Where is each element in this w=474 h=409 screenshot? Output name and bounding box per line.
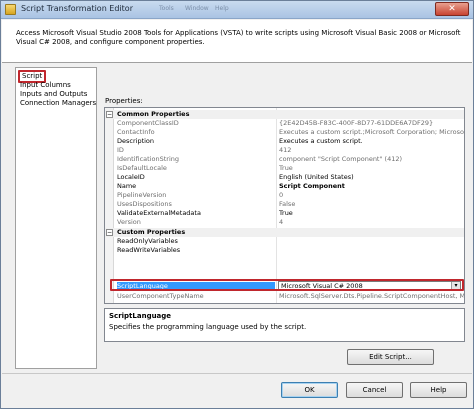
nav-item-inputs-and-outputs[interactable]: Inputs and Outputs bbox=[20, 90, 87, 99]
property-value: True bbox=[279, 164, 293, 172]
cancel-button[interactable]: Cancel bbox=[346, 382, 403, 398]
window-title: Script Transformation Editor bbox=[21, 4, 133, 13]
close-icon: ✕ bbox=[448, 4, 456, 14]
property-name: ReadOnlyVariables bbox=[117, 237, 178, 245]
highlight-box-script-language bbox=[110, 279, 464, 291]
property-value[interactable]: Executes a custom script. bbox=[279, 137, 464, 146]
property-value: False bbox=[279, 200, 296, 208]
edit-script-button[interactable]: Edit Script... bbox=[347, 349, 434, 365]
category-label: Custom Properties bbox=[117, 228, 186, 236]
category-custom-properties[interactable]: − Custom Properties bbox=[105, 228, 464, 237]
property-row[interactable]: UsesDispositions False bbox=[105, 200, 464, 209]
property-value[interactable]: True bbox=[279, 209, 464, 218]
ok-button[interactable]: OK bbox=[281, 382, 338, 398]
property-name: LocaleID bbox=[117, 173, 145, 181]
property-name: ValidateExternalMetadata bbox=[117, 209, 201, 217]
description-text: Specifies the programming language used … bbox=[109, 323, 307, 331]
property-name: UserComponentTypeName bbox=[117, 292, 204, 300]
nav-item-connection-managers[interactable]: Connection Managers bbox=[20, 99, 96, 108]
property-row[interactable]: ContactInfo Executes a custom script.;Mi… bbox=[105, 128, 464, 137]
category-label: Common Properties bbox=[117, 110, 190, 118]
property-row[interactable]: UserComponentTypeName Microsoft.SqlServe… bbox=[105, 292, 464, 301]
property-name: Name bbox=[117, 182, 137, 190]
property-name: IdentificationString bbox=[117, 155, 180, 163]
property-row[interactable]: Name Script Component bbox=[105, 182, 464, 191]
category-common-properties[interactable]: − Common Properties bbox=[105, 110, 464, 119]
property-grid[interactable]: − Common Properties ComponentClassID {2E… bbox=[104, 107, 465, 304]
description-title: ScriptLanguage bbox=[109, 312, 172, 320]
property-row[interactable]: ReadOnlyVariables bbox=[105, 237, 464, 246]
property-value: 0 bbox=[279, 191, 284, 199]
help-button[interactable]: Help bbox=[410, 382, 467, 398]
ghost-menu-help: Help bbox=[215, 5, 229, 12]
property-name: PipelineVersion bbox=[117, 191, 167, 199]
collapse-icon[interactable]: − bbox=[106, 111, 113, 118]
footer-separator bbox=[2, 373, 472, 374]
property-row[interactable]: ValidateExternalMetadata True bbox=[105, 209, 464, 218]
property-value: 4 bbox=[279, 218, 284, 226]
app-icon bbox=[5, 4, 16, 15]
property-name: UsesDispositions bbox=[117, 200, 172, 208]
nav-item-input-columns[interactable]: Input Columns bbox=[20, 81, 71, 90]
property-row[interactable]: Description Executes a custom script. bbox=[105, 137, 464, 146]
close-button[interactable]: ✕ bbox=[435, 2, 469, 16]
property-row[interactable]: ID 412 bbox=[105, 146, 464, 155]
collapse-icon[interactable]: − bbox=[106, 229, 113, 236]
ghost-menu-window: Window bbox=[185, 5, 209, 12]
property-row[interactable]: ReadWriteVariables bbox=[105, 246, 464, 255]
property-row[interactable]: Version 4 bbox=[105, 218, 464, 227]
property-row[interactable]: LocaleID English (United States) bbox=[105, 173, 464, 182]
property-name: IsDefaultLocale bbox=[117, 164, 167, 172]
property-value[interactable]: English (United States) bbox=[279, 173, 464, 182]
property-name: ReadWriteVariables bbox=[117, 246, 181, 254]
header-description: Access Microsoft Visual Studio 2008 Tool… bbox=[16, 29, 461, 46]
property-row[interactable]: ComponentClassID {2E42D45B-F83C-400F-8D7… bbox=[105, 119, 464, 128]
page-navigation: Script Input Columns Inputs and Outputs … bbox=[15, 67, 97, 369]
property-value: component "Script Component" (412) bbox=[279, 155, 403, 163]
property-value: {2E42D45B-F83C-400F-8D77-61DDE6A7DF29} bbox=[279, 119, 434, 127]
script-transformation-editor-window: Script Transformation Editor Tools Windo… bbox=[0, 0, 474, 409]
properties-label: Properties: bbox=[105, 97, 143, 105]
property-row[interactable]: IsDefaultLocale True bbox=[105, 164, 464, 173]
property-description-panel: ScriptLanguage Specifies the programming… bbox=[104, 308, 465, 342]
property-name: ComponentClassID bbox=[117, 119, 179, 127]
editor-header: Access Microsoft Visual Studio 2008 Tool… bbox=[2, 20, 472, 63]
property-name: ID bbox=[117, 146, 124, 154]
property-name: ContactInfo bbox=[117, 128, 155, 136]
title-bar[interactable]: Script Transformation Editor Tools Windo… bbox=[1, 1, 473, 19]
property-value: Executes a custom script.;Microsoft Corp… bbox=[279, 128, 464, 136]
property-value: 412 bbox=[279, 146, 292, 154]
property-row[interactable]: PipelineVersion 0 bbox=[105, 191, 464, 200]
property-value[interactable]: Script Component bbox=[279, 182, 464, 191]
property-name: Version bbox=[117, 218, 141, 226]
property-row[interactable]: IdentificationString component "Script C… bbox=[105, 155, 464, 164]
property-name: Description bbox=[117, 137, 155, 145]
property-value: Microsoft.SqlServer.Dts.Pipeline.ScriptC… bbox=[279, 292, 464, 300]
ghost-menu-tools: Tools bbox=[159, 5, 174, 12]
